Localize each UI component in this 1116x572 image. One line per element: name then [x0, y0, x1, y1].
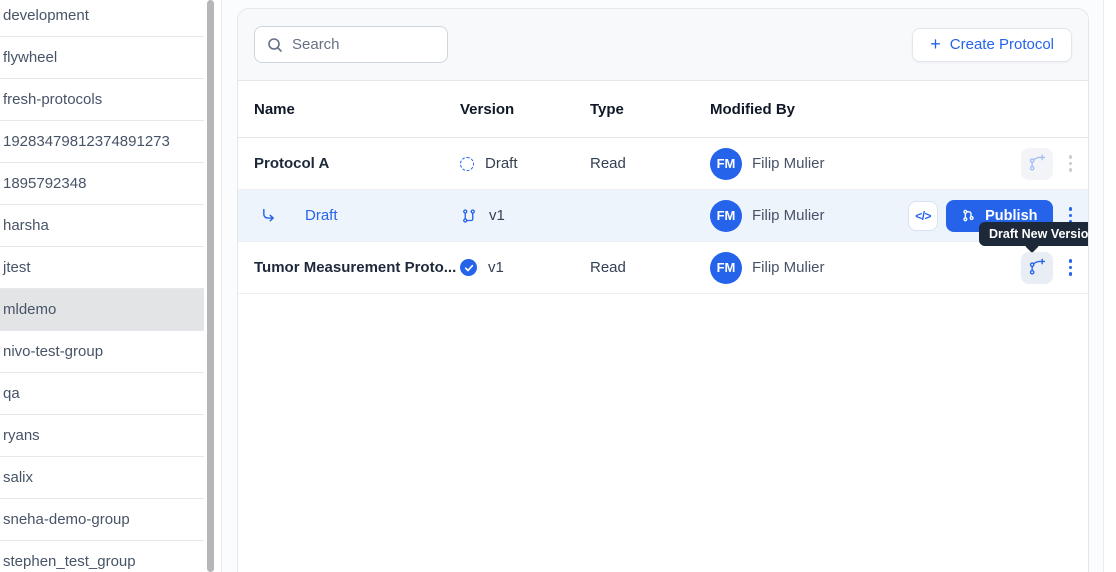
modified-by-name: Filip Mulier	[752, 207, 825, 224]
table-header: Name Version Type Modified By	[238, 81, 1088, 138]
sidebar-item-label: salix	[3, 469, 34, 486]
header-modified-by: Modified By	[710, 100, 795, 118]
header-version: Version	[460, 100, 515, 118]
table-row-draft[interactable]: Draft v1 FM Filip Mulier </> Publish	[238, 190, 1088, 242]
git-branch-icon	[463, 208, 475, 223]
tooltip: Draft New Version	[979, 222, 1089, 254]
search-icon	[268, 37, 282, 52]
header-name: Name	[254, 100, 295, 118]
sidebar-item-development[interactable]: development	[0, 0, 204, 37]
sidebar-list: development flywheel fresh-protocols 192834…	[0, 0, 204, 572]
modified-by-name: Filip Mulier	[752, 155, 825, 172]
sidebar-item-mldemo[interactable]: mldemo	[0, 289, 204, 331]
draft-version-link[interactable]: Draft	[305, 207, 338, 224]
search-box[interactable]	[254, 26, 448, 63]
avatar: FM	[710, 251, 742, 284]
sidebar-item-stephen_test_group[interactable]: stephen_test_group	[0, 541, 204, 572]
version-label: Draft	[485, 155, 518, 172]
sidebar-item-label: jtest	[3, 259, 31, 276]
sidebar-item-label: harsha	[3, 217, 49, 234]
sidebar-item-label: qa	[3, 385, 20, 402]
table-row-protocol-a[interactable]: Protocol A Draft Read FM Filip Mulier	[238, 138, 1088, 190]
sidebar-item-qa[interactable]: qa	[0, 373, 204, 415]
row-menu-button[interactable]	[1067, 151, 1075, 176]
sidebar-item-label: fresh-protocols	[3, 91, 103, 108]
protocol-name: Tumor Measurement Proto...	[254, 259, 457, 276]
sidebar-item-fresh-protocols[interactable]: fresh-protocols	[0, 79, 204, 121]
create-protocol-button[interactable]: + Create Protocol	[912, 27, 1072, 62]
sidebar-item-label: mldemo	[3, 301, 57, 318]
draft-status-icon	[460, 156, 474, 171]
version-label: v1	[488, 259, 504, 276]
published-status-icon	[460, 259, 477, 276]
header-type: Type	[590, 100, 624, 118]
sidebar-item-19283479812374891273[interactable]: 19283479812374891273	[0, 121, 204, 163]
publish-branch-icon	[963, 209, 974, 222]
git-branch-plus-icon	[1029, 258, 1046, 275]
avatar: FM	[710, 199, 742, 232]
plus-icon: +	[930, 33, 941, 54]
protocols-card: + Create Protocol Name Version Type Modi…	[237, 8, 1089, 572]
code-view-button[interactable]: </>	[908, 200, 939, 231]
sidebar-item-label: 1895792348	[3, 175, 87, 192]
row-menu-button[interactable]	[1067, 255, 1075, 280]
draft-new-version-button[interactable]	[1020, 251, 1053, 284]
sidebar-item-label: nivo-test-group	[3, 343, 104, 360]
card-toolbar: + Create Protocol	[238, 9, 1088, 81]
sidebar-item-salix[interactable]: salix	[0, 457, 204, 499]
sidebar-item-harsha[interactable]: harsha	[0, 205, 204, 247]
sidebar-item-label: ryans	[3, 427, 40, 444]
create-protocol-label: Create Protocol	[949, 36, 1054, 53]
sidebar-item-jtest[interactable]: jtest	[0, 247, 204, 289]
protocol-name: Protocol A	[254, 155, 330, 172]
git-branch-plus-icon	[1029, 154, 1046, 171]
sidebar-item-label: flywheel	[3, 49, 58, 66]
modified-by-name: Filip Mulier	[752, 259, 825, 276]
sidebar-item-sneha-demo-group[interactable]: sneha-demo-group	[0, 499, 204, 541]
sidebar-item-ryans[interactable]: ryans	[0, 415, 204, 457]
group-sidebar: development flywheel fresh-protocols 192834…	[0, 0, 204, 572]
draft-new-version-button[interactable]	[1020, 147, 1053, 180]
sidebar-item-label: development	[3, 7, 89, 24]
tooltip-text: Draft New Version	[989, 227, 1089, 241]
sidebar-item-label: stephen_test_group	[3, 553, 136, 570]
sidebar-item-nivo-test-group[interactable]: nivo-test-group	[0, 331, 204, 373]
sidebar-item-1895792348[interactable]: 1895792348	[0, 163, 204, 205]
main-panel: + Create Protocol Name Version Type Modi…	[221, 0, 1104, 572]
sidebar-item-label: 19283479812374891273	[3, 133, 170, 150]
type-label: Read	[590, 259, 626, 276]
sidebar-scrollbar[interactable]	[204, 0, 221, 572]
avatar: FM	[710, 147, 742, 180]
type-label: Read	[590, 155, 626, 172]
version-label: v1	[489, 207, 505, 224]
sidebar-item-flywheel[interactable]: flywheel	[0, 37, 204, 79]
sidebar-item-label: sneha-demo-group	[3, 511, 130, 528]
search-input[interactable]	[292, 36, 422, 53]
scrollbar-thumb[interactable]	[207, 0, 214, 572]
indent-arrow-icon	[260, 207, 277, 224]
table-row-tumor-protocol[interactable]: Tumor Measurement Proto... v1 Read FM Fi…	[238, 242, 1088, 294]
